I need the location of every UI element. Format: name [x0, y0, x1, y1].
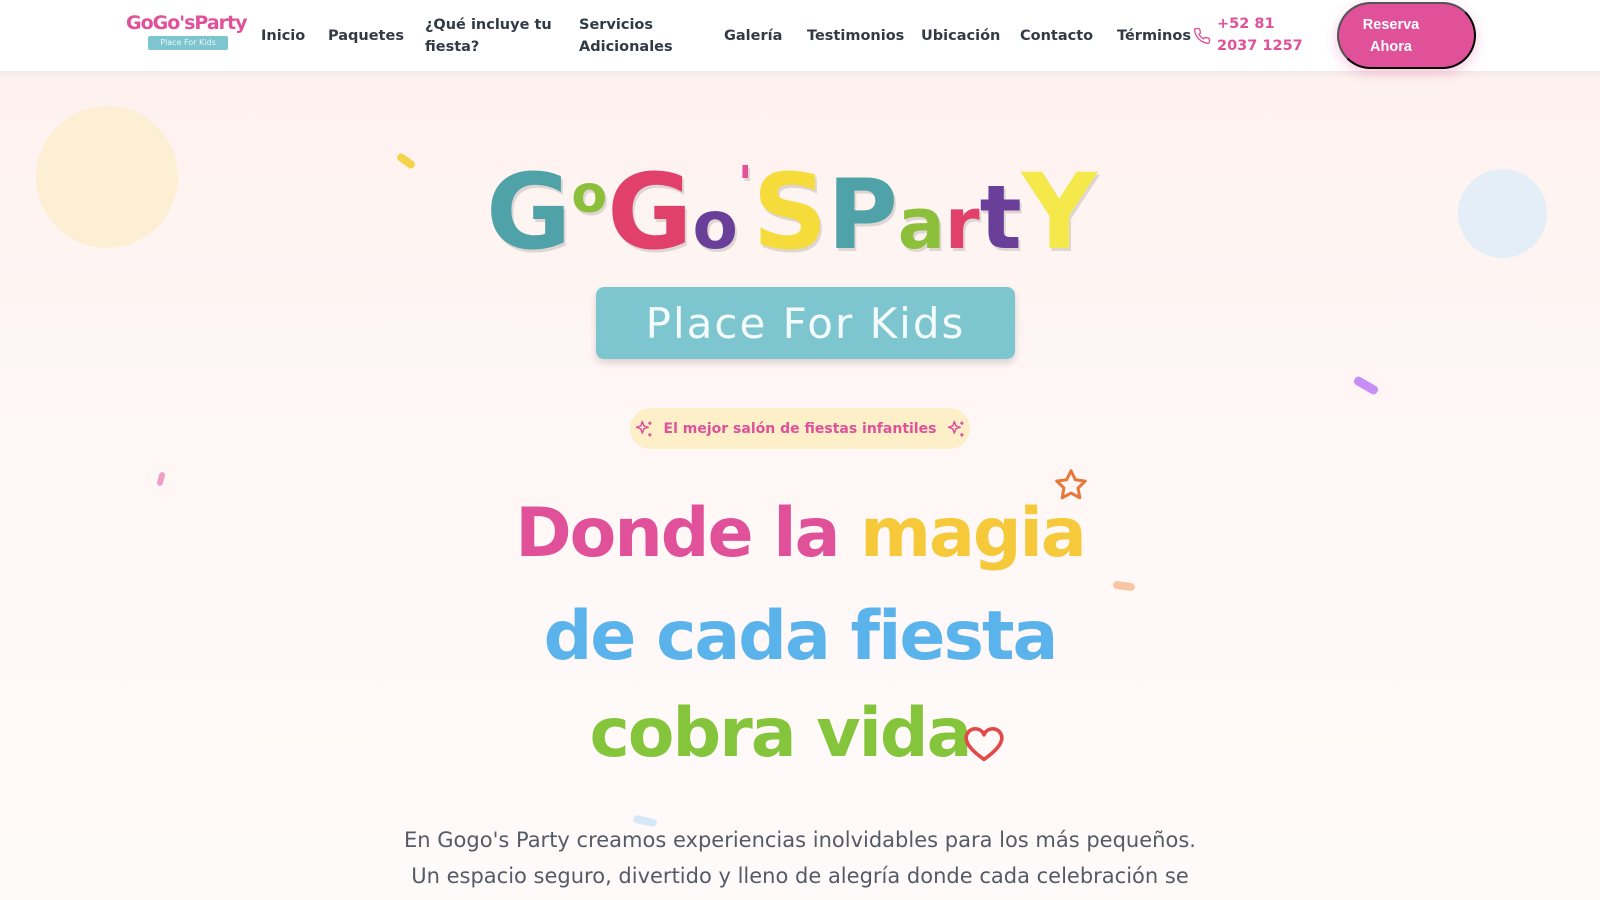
nav-link-galeria[interactable]: Galería [724, 0, 782, 71]
nav-link-inicio[interactable]: Inicio [261, 0, 305, 71]
heart-icon [964, 727, 1004, 762]
nav-link-contacto[interactable]: Contacto [1020, 0, 1093, 71]
hero-description-line-2: Un espacio seguro, divertido y lleno de … [411, 864, 1189, 888]
nav-link-ubicacion[interactable]: Ubicación [921, 0, 1000, 71]
reserve-now-button[interactable]: Reserva Ahora [1337, 2, 1476, 69]
nav-phone-number: +52 81 2037 1257 [1217, 16, 1303, 54]
nav-logo[interactable]: GoGo'sParty Place For Kids [126, 12, 248, 56]
hero-logo: GoGo'SPartY Place For Kids [480, 160, 1120, 360]
hero-logo-wordmark: GoGo'SPartY [486, 151, 1097, 273]
hero-headline-line-1: Donde la magia [0, 500, 1600, 568]
nav-link-paquetes[interactable]: Paquetes [328, 0, 404, 71]
nav-link-testimonios[interactable]: Testimonios [807, 0, 904, 71]
hero-badge-label: El mejor salón de fiestas infantiles [663, 420, 937, 437]
decor-circle-blue [1458, 169, 1547, 258]
confetti-purple [1352, 375, 1380, 396]
headline-text-magia: magia [860, 494, 1087, 573]
headline-text-donde-la: Donde la [515, 494, 861, 573]
decor-circle-yellow [36, 106, 178, 248]
hero-description-line-1: En Gogo's Party creamos experiencias ino… [404, 828, 1196, 852]
hero-description: En Gogo's Party creamos experiencias ino… [0, 822, 1600, 894]
nav-logo-wordmark: GoGo'sParty [126, 12, 248, 34]
hero-headline-line-3: cobra vida [589, 694, 973, 773]
nav-link-terminos[interactable]: Términos [1117, 0, 1191, 71]
hero-headline-line-2: de cada fiesta [543, 597, 1059, 676]
nav-phone-link[interactable]: +52 81 2037 1257 [1193, 13, 1317, 57]
confetti-yellow [395, 151, 417, 171]
top-navbar: GoGo'sParty Place For Kids Inicio Paquet… [0, 0, 1600, 71]
nav-link-que-incluye[interactable]: ¿Qué incluye tu fiesta? [425, 0, 555, 71]
hero-logo-tagline: Place For Kids [596, 287, 1015, 359]
nav-logo-tagline: Place For Kids [148, 36, 228, 50]
sparkles-icon [635, 420, 652, 436]
confetti-pink [156, 471, 166, 487]
phone-icon [1193, 27, 1211, 45]
hero-badge: El mejor salón de fiestas infantiles [630, 408, 970, 449]
nav-link-servicios-adicionales[interactable]: Servicios Adicionales [579, 0, 679, 71]
reserve-now-label: Reserva Ahora [1362, 16, 1420, 55]
sparkles-icon [948, 420, 964, 436]
confetti-peach [1112, 580, 1136, 592]
